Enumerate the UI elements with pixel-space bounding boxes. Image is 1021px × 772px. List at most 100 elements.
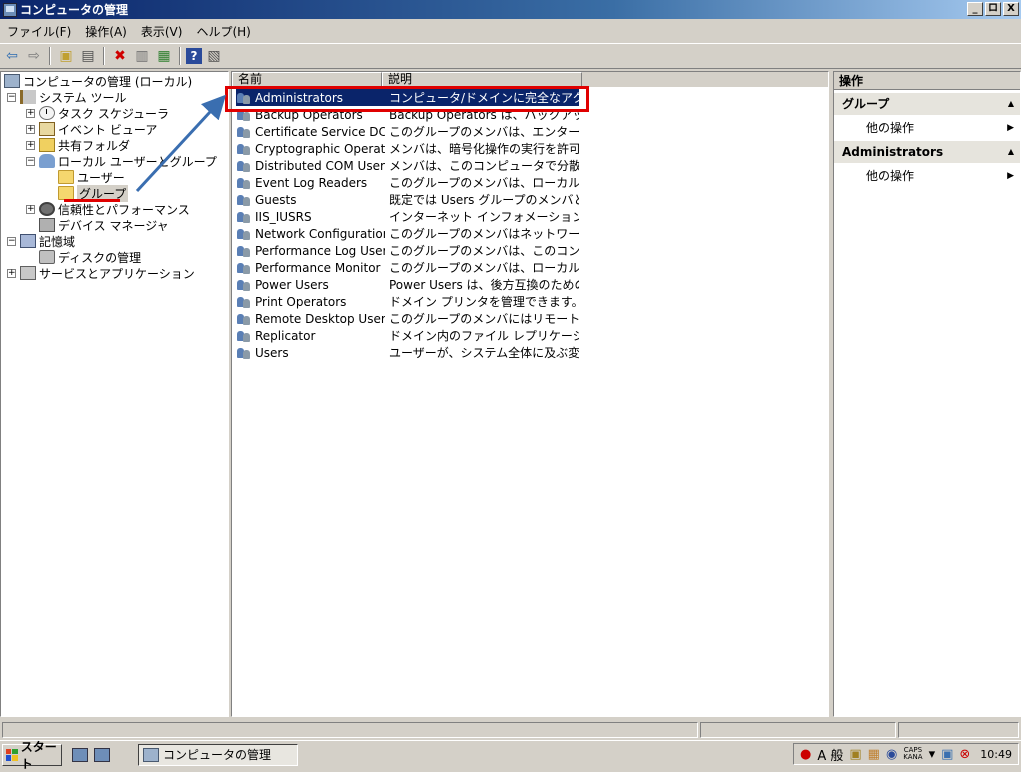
minimize-button[interactable]: _ xyxy=(967,2,983,16)
tree-node-device-manager[interactable]: デバイス マネージャ xyxy=(39,217,169,233)
network-icon[interactable]: ▣ xyxy=(941,747,953,762)
group-name: Replicator xyxy=(255,328,316,343)
ime-indicator-icon[interactable]: ● xyxy=(800,747,811,762)
ime-pad-icon[interactable]: ▣ xyxy=(849,747,861,762)
list-row[interactable]: Performance Monitor U... このグループのメンバは、ローカル… xyxy=(236,259,579,276)
menu-view[interactable]: 表示(V) xyxy=(134,23,190,40)
tree-label: ユーザー xyxy=(77,170,125,185)
expand-icon[interactable]: + xyxy=(26,204,35,214)
quick-launch xyxy=(72,747,110,762)
column-description-header[interactable]: 説明 xyxy=(382,72,582,87)
help-circle-icon[interactable]: ◉ xyxy=(886,747,897,762)
taskbar-item-computer-management[interactable]: コンピュータの管理 xyxy=(138,743,298,766)
group-name: Event Log Readers xyxy=(255,175,368,190)
start-button[interactable]: スタート xyxy=(2,740,62,771)
column-name-header[interactable]: 名前 xyxy=(232,72,382,87)
help-icon[interactable]: ? xyxy=(186,48,202,64)
list-row[interactable]: Cryptographic Operators メンバは、暗号化操作の実行を許可さ… xyxy=(236,140,579,157)
back-arrow-icon[interactable]: ⇦ xyxy=(2,46,22,66)
actions-section-administrators[interactable]: Administrators ▲ xyxy=(834,141,1020,163)
collapse-up-icon[interactable]: ▲ xyxy=(1008,141,1014,163)
tray-clock[interactable]: 10:49 xyxy=(980,748,1012,761)
tree-node-shared-folders[interactable]: + 共有フォルダ xyxy=(26,137,130,153)
status-bar xyxy=(0,720,1021,740)
tree-node-disk-management[interactable]: ディスクの管理 xyxy=(39,249,141,265)
toolbar-separator xyxy=(49,47,51,65)
up-folder-icon[interactable]: ▣ xyxy=(56,46,76,66)
list-row[interactable]: Backup Operators Backup Operators は、バックアッ… xyxy=(236,106,579,123)
tree-node-local-users-groups[interactable]: − ローカル ユーザーとグループ xyxy=(26,153,217,169)
expand-icon[interactable]: + xyxy=(7,268,16,278)
details-list[interactable]: 名前 説明 Administrators コンピュータ/ドメインに完全なアクセス.… xyxy=(231,71,829,717)
ime-tools-icon[interactable]: ▦ xyxy=(868,747,880,762)
collapse-icon[interactable]: − xyxy=(7,236,16,246)
delete-icon[interactable]: ✖ xyxy=(110,46,130,66)
more-actions-administrators[interactable]: 他の操作 ▶ xyxy=(834,166,1020,186)
tree-node-reliability[interactable]: + 信頼性とパフォーマンス xyxy=(26,201,190,217)
group-description: Power Users は、後方互換のための... xyxy=(389,278,579,292)
expand-icon[interactable]: + xyxy=(26,108,35,118)
properties-icon[interactable]: ▥ xyxy=(132,46,152,66)
expand-icon[interactable]: + xyxy=(26,124,35,134)
tree-label: ローカル ユーザーとグループ xyxy=(58,154,217,169)
list-row[interactable]: IIS_IUSRS インターネット インフォメーション サービ... xyxy=(236,208,579,225)
list-row[interactable]: Administrators コンピュータ/ドメインに完全なアクセス... xyxy=(236,89,579,106)
group-name: Distributed COM Users xyxy=(255,158,385,173)
device-manager-icon xyxy=(39,218,55,232)
show-hide-tree-icon[interactable]: ▤ xyxy=(78,46,98,66)
list-row[interactable]: Replicator ドメイン内のファイル レプリケーションを... xyxy=(236,327,579,344)
list-row[interactable]: Print Operators ドメイン プリンタを管理できます。 xyxy=(236,293,579,310)
tree-node-root[interactable]: コンピュータの管理 (ローカル) xyxy=(4,73,192,89)
list-row[interactable]: Users ユーザーが、システム全体に及ぶ変更... xyxy=(236,344,579,361)
actions-section-groups[interactable]: グループ ▲ xyxy=(834,93,1020,115)
export-list-icon[interactable]: ▦ xyxy=(154,46,174,66)
ime-options-icon[interactable]: ▾ xyxy=(929,747,936,762)
computer-icon xyxy=(4,74,20,88)
show-desktop-icon[interactable] xyxy=(94,747,110,762)
close-button[interactable]: X xyxy=(1003,2,1019,16)
collapse-up-icon[interactable]: ▲ xyxy=(1008,93,1014,115)
group-name: Administrators xyxy=(255,90,344,105)
clock-icon xyxy=(39,106,55,120)
restore-button[interactable]: ロ xyxy=(985,2,1001,16)
list-row[interactable]: Performance Log Users このグループのメンバは、このコンピュー… xyxy=(236,242,579,259)
tree-node-storage[interactable]: − 記憶域 xyxy=(7,233,75,249)
group-description: コンピュータ/ドメインに完全なアクセス... xyxy=(389,91,579,105)
volume-warning-icon[interactable]: ⊗ xyxy=(959,747,970,762)
window-title: コンピュータの管理 xyxy=(20,3,129,17)
toolbar-separator xyxy=(103,47,105,65)
menu-file[interactable]: ファイル(F) xyxy=(0,23,78,40)
menu-help[interactable]: ヘルプ(H) xyxy=(189,23,257,40)
collapse-icon[interactable]: − xyxy=(7,92,16,102)
console-tree[interactable]: コンピュータの管理 (ローカル) − システム ツール + タスク スケジューラ… xyxy=(0,71,229,717)
list-row[interactable]: Remote Desktop Users このグループのメンバにはリモートからログ… xyxy=(236,310,579,327)
tree-node-task-scheduler[interactable]: + タスク スケジューラ xyxy=(26,105,169,121)
expand-icon[interactable]: + xyxy=(26,140,35,150)
tree-node-services-apps[interactable]: + サービスとアプリケーション xyxy=(7,265,195,281)
group-icon xyxy=(236,312,252,326)
group-description: メンバは、暗号化操作の実行を許可さ... xyxy=(389,142,579,156)
show-action-pane-icon[interactable]: ▧ xyxy=(204,46,224,66)
menu-action[interactable]: 操作(A) xyxy=(78,23,134,40)
list-row[interactable]: Power Users Power Users は、後方互換のための... xyxy=(236,276,579,293)
folder-icon xyxy=(58,170,74,184)
list-row[interactable]: Distributed COM Users メンバは、このコンピュータで分散 CO… xyxy=(236,157,579,174)
tree-node-users[interactable]: ユーザー xyxy=(58,169,125,185)
server-manager-icon[interactable] xyxy=(72,747,88,762)
list-row[interactable]: Network Configuration ... このグループのメンバはネットワ… xyxy=(236,225,579,242)
tree-node-system-tools[interactable]: − システム ツール xyxy=(7,89,126,105)
group-name: Certificate Service DC... xyxy=(255,124,385,139)
ime-mode[interactable]: A 般 xyxy=(817,745,843,764)
performance-icon xyxy=(39,202,55,216)
group-icon xyxy=(236,278,252,292)
list-row[interactable]: Event Log Readers このグループのメンバは、ローカル コンピ... xyxy=(236,174,579,191)
tree-node-event-viewer[interactable]: + イベント ビューア xyxy=(26,121,157,137)
more-actions-groups[interactable]: 他の操作 ▶ xyxy=(834,118,1020,138)
list-row[interactable]: Guests 既定では Users グループのメンバと同... xyxy=(236,191,579,208)
list-row[interactable]: Certificate Service DC... このグループのメンバは、エンタ… xyxy=(236,123,579,140)
collapse-icon[interactable]: − xyxy=(26,156,35,166)
tree-label: システム ツール xyxy=(39,90,127,105)
group-description: このグループのメンバは、ローカルやリモ... xyxy=(389,261,579,275)
actions-pane: 操作 グループ ▲ 他の操作 ▶ Administrators ▲ 他の操作 ▶ xyxy=(833,71,1021,717)
forward-arrow-icon[interactable]: ⇨ xyxy=(24,46,44,66)
